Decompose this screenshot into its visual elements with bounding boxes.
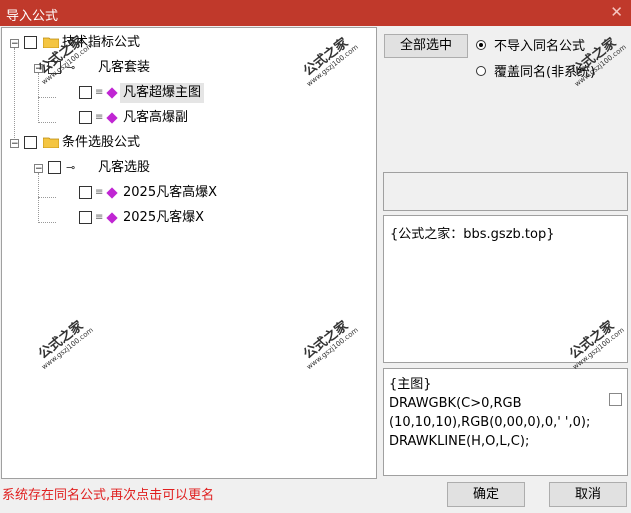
folder-icon xyxy=(43,37,59,48)
collapse-icon[interactable]: − xyxy=(10,39,19,49)
tree-node-group[interactable]: − ⊸ 凡客选股 xyxy=(2,158,302,178)
watermark-stamp: 公式之家 www.gszj100.com xyxy=(300,35,360,88)
tree-node-formula[interactable]: ≡ 凡客超爆主图 xyxy=(2,83,302,103)
formula-gem-icon xyxy=(106,87,118,99)
code-line: (10,10,10),RGB(0,00,0),0,' ',0); xyxy=(389,415,591,430)
watermark-stamp: 公式之家 www.gszj100.com xyxy=(35,318,95,371)
code-panel[interactable]: {主图} DRAWGBK(C>0,RGB (10,10,10),RGB(0,00… xyxy=(383,368,628,476)
key-icon: ⊸ xyxy=(66,161,76,174)
title-bar: 导入公式 ✕ xyxy=(0,0,631,26)
empty-info-box xyxy=(383,172,628,211)
close-icon[interactable]: ✕ xyxy=(610,3,623,21)
tree-node-label: 2025凡客爆X xyxy=(123,210,204,225)
folder-icon xyxy=(43,137,59,148)
tree-node-label: 条件选股公式 xyxy=(62,135,141,150)
select-all-button[interactable]: 全部选中 xyxy=(384,34,468,58)
node-checkbox[interactable] xyxy=(24,36,37,49)
tree-node-label: 凡客套装 xyxy=(98,60,151,75)
tree-node-formula[interactable]: ≡ 2025凡客爆X xyxy=(2,208,302,228)
window-title: 导入公式 xyxy=(6,9,59,24)
tree-node-label: 凡客选股 xyxy=(98,160,151,175)
tree-node-label: 凡客高爆副 xyxy=(123,110,189,125)
code-line: DRAWGBK(C>0,RGB xyxy=(389,396,522,411)
connector-icon: ≡ xyxy=(95,187,104,198)
watermark-stamp: 公式之家 www.gszj100.com xyxy=(300,318,360,371)
tree-node-folder[interactable]: − 条件选股公式 xyxy=(2,133,302,153)
code-line: DRAWKLINE(H,O,L,C); xyxy=(389,434,530,449)
radio-skip-same-name[interactable] xyxy=(476,40,486,50)
node-checkbox[interactable] xyxy=(79,111,92,124)
description-text: {公式之家：bbs.gszb.top} xyxy=(390,227,555,242)
code-line: {主图} xyxy=(389,377,432,392)
formula-gem-icon xyxy=(106,112,118,124)
node-checkbox[interactable] xyxy=(79,86,92,99)
cancel-button[interactable]: 取消 xyxy=(549,482,627,507)
collapse-icon[interactable]: − xyxy=(34,164,43,174)
radio-skip-same-name-label[interactable]: 不导入同名公式 xyxy=(494,35,585,54)
formula-gem-icon xyxy=(106,187,118,199)
formula-gem-icon xyxy=(106,212,118,224)
connector-icon: ≡ xyxy=(95,87,104,98)
tree-node-label: 2025凡客高爆X xyxy=(123,185,217,200)
connector-icon: ≡ xyxy=(95,112,104,123)
tree-node-formula[interactable]: ≡ 凡客高爆副 xyxy=(2,108,302,128)
node-checkbox[interactable] xyxy=(24,136,37,149)
collapse-icon[interactable]: − xyxy=(10,139,19,149)
code-checkbox[interactable] xyxy=(609,393,622,406)
connector-icon: ≡ xyxy=(95,212,104,223)
status-message: 系统存在同名公式,再次点击可以更名 xyxy=(2,488,215,503)
tree-node-label: 凡客超爆主图 xyxy=(120,83,205,103)
node-checkbox[interactable] xyxy=(79,211,92,224)
tree-node-folder[interactable]: − 技术指标公式 xyxy=(2,33,302,53)
ok-button[interactable]: 确定 xyxy=(447,482,525,507)
node-checkbox[interactable] xyxy=(48,161,61,174)
tree-node-formula[interactable]: ≡ 2025凡客高爆X xyxy=(2,183,302,203)
node-checkbox[interactable] xyxy=(79,186,92,199)
radio-overwrite-same-name[interactable] xyxy=(476,66,486,76)
formula-tree[interactable]: − 技术指标公式 − ⊸ 凡客套装 ≡ 凡客超爆主图 ≡ 凡客高爆副 − 条件选… xyxy=(1,27,377,479)
